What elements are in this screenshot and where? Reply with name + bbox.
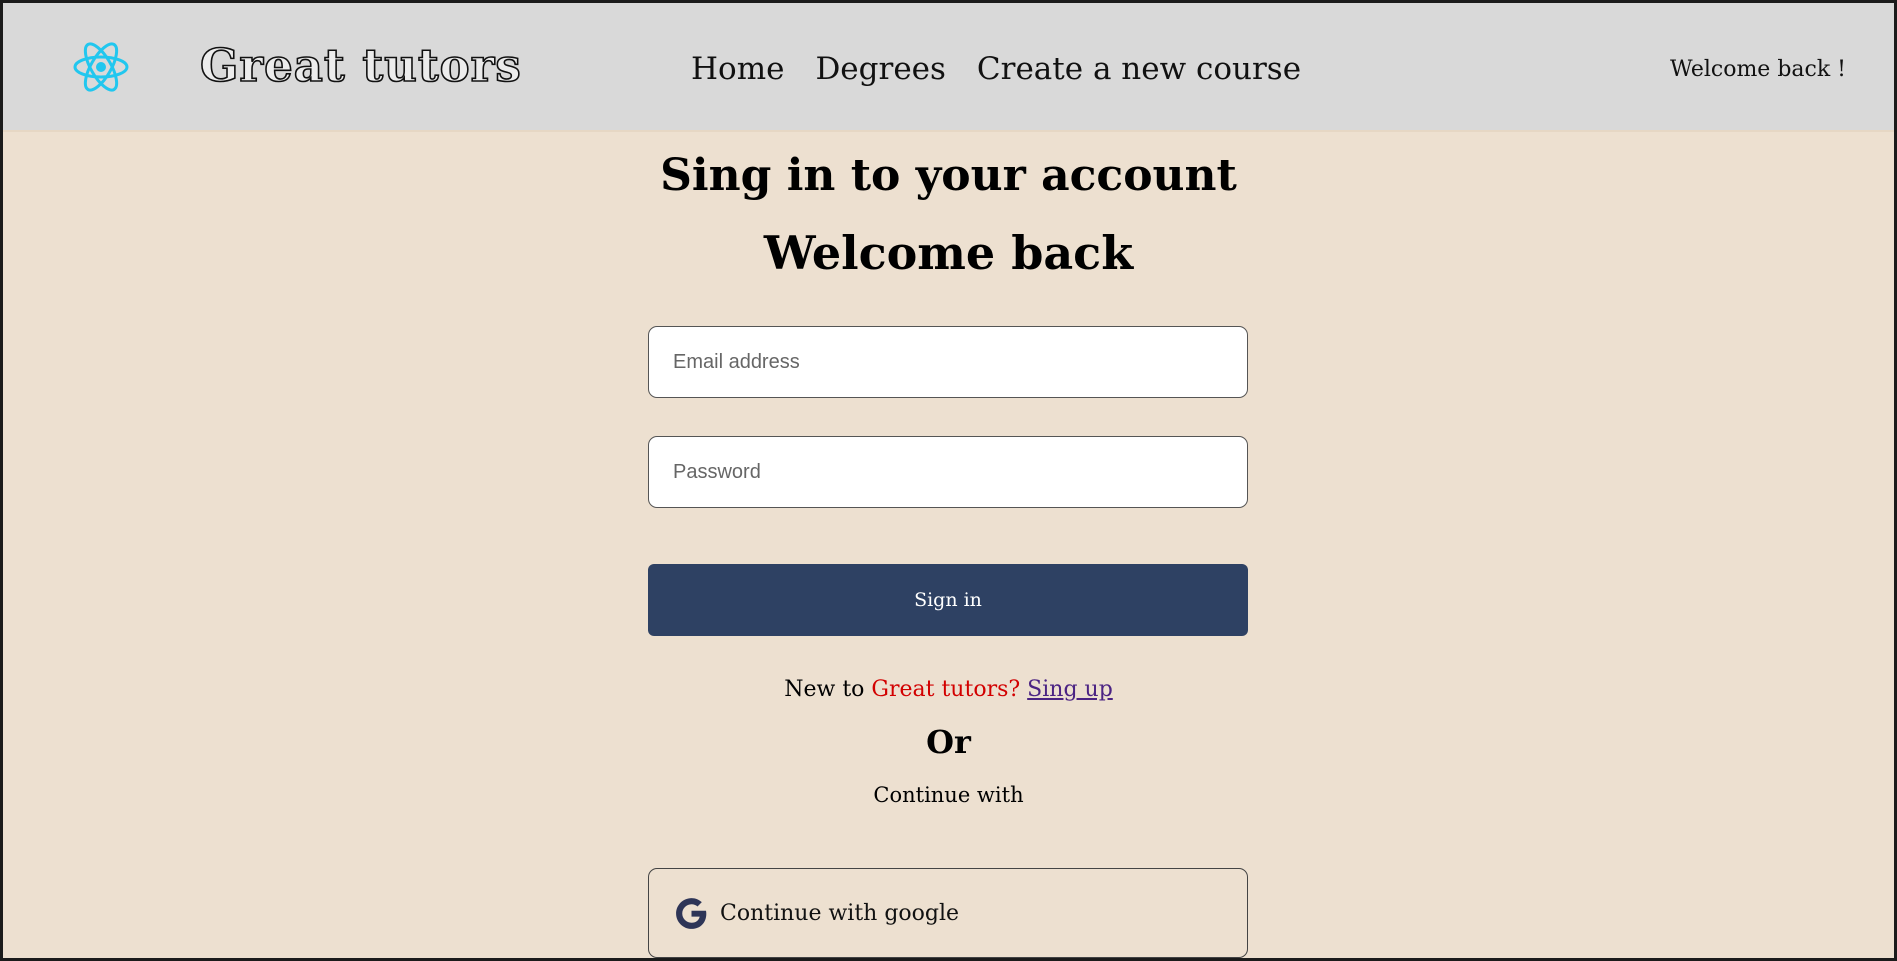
react-atom-icon[interactable] <box>71 39 131 95</box>
signin-button[interactable]: Sign in <box>648 564 1248 636</box>
nav-home[interactable]: Home <box>691 51 784 87</box>
signin-page: Sing in to your account Welcome back Sig… <box>3 130 1894 961</box>
password-field[interactable] <box>648 436 1248 508</box>
or-divider: Or <box>926 723 971 761</box>
signup-link[interactable]: Sing up <box>1027 677 1113 702</box>
page-subtitle: Welcome back <box>763 226 1134 280</box>
nav-degrees[interactable]: Degrees <box>815 51 945 87</box>
nav-create-course[interactable]: Create a new course <box>977 51 1301 87</box>
page-title: Sing in to your account <box>660 150 1237 201</box>
top-navbar: Great tutors Home Degrees Create a new c… <box>3 3 1894 132</box>
welcome-message: Welcome back ! <box>1670 57 1846 82</box>
google-g-icon <box>676 897 707 929</box>
google-signin-button[interactable]: Continue with google <box>648 868 1248 958</box>
email-field[interactable] <box>648 326 1248 398</box>
signup-prompt: New to Great tutors? Sing up <box>3 677 1894 702</box>
brand-logo-text[interactable]: Great tutors <box>199 38 522 93</box>
signup-prompt-prefix: New to <box>784 677 872 702</box>
signup-prompt-brand: Great tutors? <box>871 677 1021 702</box>
google-button-label: Continue with google <box>720 900 960 926</box>
main-nav: Home Degrees Create a new course <box>691 51 1301 87</box>
continue-with-label: Continue with <box>873 783 1024 807</box>
